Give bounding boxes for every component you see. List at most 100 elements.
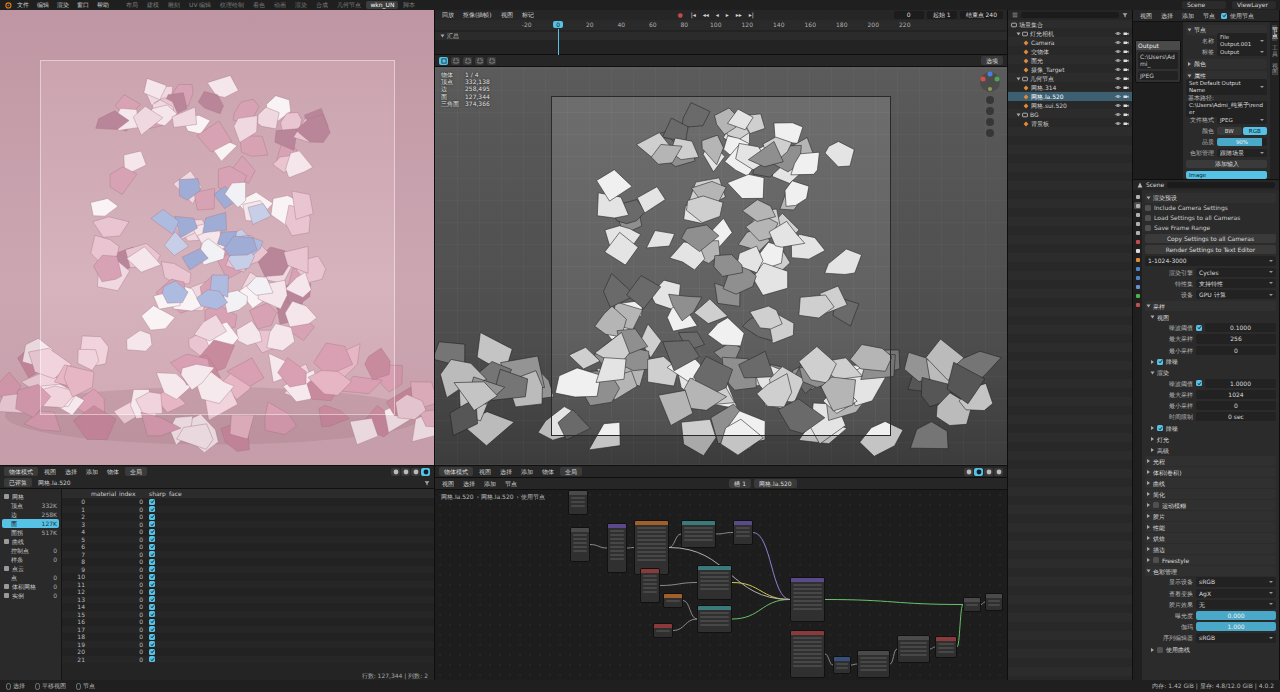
node[interactable] [897,635,930,663]
outliner-row[interactable]: 摄像_Target [1008,65,1132,74]
preset-dropdown[interactable]: Set Default Output Name [1186,79,1267,94]
camera-icon[interactable] [1123,112,1129,117]
zoom-icon[interactable] [986,96,994,104]
property-tab-icon[interactable] [1134,265,1141,272]
header-menu[interactable]: 选择 [1158,12,1176,19]
sharp-face-checkbox[interactable] [149,619,155,625]
node[interactable] [697,565,732,600]
property-checkbox[interactable] [1196,380,1202,386]
workspace-tab[interactable]: 布局 [122,1,142,8]
node[interactable] [653,623,673,638]
property-checkbox[interactable] [1196,325,1202,331]
panel-header[interactable]: 胶片 [1145,511,1276,521]
node[interactable] [634,520,669,575]
search-field[interactable] [1021,12,1119,18]
panel-checkbox[interactable] [1157,425,1163,431]
outliner-row[interactable]: 背景板 [1008,119,1132,128]
pan-icon[interactable] [986,107,994,115]
panel-header[interactable]: 描边 [1145,544,1276,554]
shading-button[interactable] [411,468,420,476]
outliner-row[interactable]: 几何节点 [1008,74,1132,83]
node[interactable] [697,605,732,633]
dropdown[interactable]: GPU 计算 [1196,290,1276,299]
eye-icon[interactable] [1115,94,1121,99]
sharp-face-checkbox[interactable] [149,649,155,655]
sharp-face-checkbox[interactable] [149,506,155,512]
end-frame-field[interactable]: 结束点 240 [960,11,1003,18]
eye-icon[interactable] [1115,121,1121,126]
domain-item[interactable]: 面拐517K [2,528,59,537]
subpanel-header[interactable]: 使用曲线 [1145,645,1276,655]
panel-header[interactable]: 采样 [1145,301,1276,311]
transport-button[interactable]: ◂ [714,11,721,18]
dropdown[interactable]: Output [1217,48,1267,57]
menu-item[interactable]: 文件 [14,1,32,8]
workspace-tab[interactable]: 渲染 [291,1,311,8]
node[interactable] [833,656,851,674]
button[interactable]: 添加输入 [1186,160,1267,169]
property-tab-icon[interactable] [1134,238,1141,245]
transport-button[interactable]: ▸▸ [734,11,744,18]
header-menu[interactable]: 添加 [83,468,101,475]
sharp-face-checkbox[interactable] [149,521,155,527]
outliner-row[interactable]: 交物体 [1008,47,1132,56]
subpanel-header[interactable]: 渲染 [1145,368,1276,378]
select-mode-button[interactable] [463,57,472,65]
number-field[interactable]: 0 [1196,346,1276,355]
header-menu[interactable]: 标记 [519,11,537,18]
header-menu[interactable]: 视图 [498,11,516,18]
domain-item[interactable]: 面127K [2,519,59,528]
number-field[interactable]: 0 sec [1196,412,1276,421]
panel-header[interactable]: 运动模糊 [1145,500,1276,510]
sharp-face-checkbox[interactable] [149,604,155,610]
shading-button[interactable] [994,468,1003,476]
workspace-tab[interactable]: 脚本 [399,1,419,8]
property-tab-icon[interactable] [1134,283,1141,290]
workspace-tab[interactable]: 雕刻 [164,1,184,8]
property-tab-icon[interactable] [1134,274,1141,281]
domain-item[interactable]: 点云 [2,564,59,573]
domain-item[interactable]: 样条0 [2,555,59,564]
breadcrumb-item[interactable]: › 网格.la.520 [477,493,514,500]
panel-header[interactable]: 性能 [1145,522,1276,532]
subpanel-header[interactable]: 高级 [1145,445,1276,455]
header-menu[interactable]: 节点 [1200,12,1218,19]
mode-dropdown[interactable]: 物体模式 [4,467,38,476]
panel-header[interactable]: 简化 [1145,489,1276,499]
object-field[interactable]: 网格.la.520 [754,479,797,488]
workspace-tab[interactable]: 几何节点 [333,1,365,8]
select-mode-button[interactable] [451,57,460,65]
property-tab-icon[interactable] [1134,220,1141,227]
header-menu[interactable]: 添加 [481,480,499,487]
workspace-tab[interactable]: wkn_UN [366,1,398,8]
number-field[interactable]: 1024 [1196,390,1276,399]
camera-icon[interactable] [1123,76,1129,81]
node[interactable] [790,577,825,622]
dropdown[interactable]: 无 [1196,600,1276,609]
domain-item[interactable]: 曲线 [2,537,59,546]
property-tab-icon[interactable] [1134,247,1141,254]
options-button[interactable]: 选项 [981,56,1003,65]
header-menu[interactable]: 视图 [476,468,494,475]
eye-icon[interactable] [1115,85,1121,90]
column-header[interactable]: sharp_face [146,490,190,497]
search-field[interactable] [1167,182,1275,188]
domain-item[interactable]: 控制点0 [2,546,59,555]
node[interactable] [681,520,716,548]
outliner-row[interactable]: BG [1008,110,1132,119]
slider[interactable]: 1.000 [1196,622,1276,631]
outliner-row[interactable]: 网格.314 [1008,83,1132,92]
number-field[interactable]: 1.0000 [1205,379,1276,388]
camera-icon[interactable] [1123,103,1129,108]
node[interactable] [857,650,890,678]
header-menu[interactable]: 选择 [460,480,478,487]
panel-header[interactable]: 渲染预设 [1145,193,1276,203]
header-menu[interactable]: 添加 [1179,12,1197,19]
workspace-tab[interactable]: UV 编辑 [185,1,215,8]
file-output-node[interactable]: OutputC:\Users\Admi_JPEG [1135,40,1181,83]
sharp-face-checkbox[interactable] [149,551,155,557]
workspace-tab[interactable]: 着色 [249,1,269,8]
sharp-face-checkbox[interactable] [149,581,155,587]
camera-view-icon[interactable] [986,118,994,126]
select-mode-button[interactable] [475,57,484,65]
